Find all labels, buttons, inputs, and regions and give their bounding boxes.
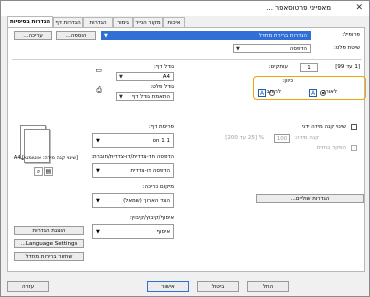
restore-defaults-button[interactable]: שחזור ברירות מחדל [14, 252, 84, 261]
binding-value: הצד הארוך (שמאל) [123, 198, 170, 204]
binding-select[interactable]: ▼ הצד הארוך (שמאל) [92, 193, 174, 208]
basic-settings-panel: פרופיל: ▼ הגדרות ברירת מחדל הוספה... ערי… [7, 27, 366, 272]
language-settings-button[interactable]: Language Settings... [14, 239, 84, 248]
edit-profile-button[interactable]: עריכה... [14, 31, 52, 40]
copies-label: עותקים: [268, 64, 288, 70]
chevron-down-icon: ▼ [119, 94, 123, 100]
chevron-down-icon: ▼ [96, 198, 100, 204]
add-profile-button[interactable]: הוספה... [56, 31, 96, 40]
output-size-select[interactable]: ▼ התאמת גודל דף [116, 92, 174, 101]
orientation-label: כיוון: [282, 78, 294, 84]
window-title: מאפייני פרטוסאפר ... [266, 4, 331, 12]
tab-page-settings[interactable]: הגדרות דף [53, 17, 83, 27]
scale-label: קנה מידה: [294, 135, 319, 141]
output-method-value: הדפסה [289, 46, 307, 52]
tab-layout-settings[interactable]: הגדרות עמוד [83, 17, 113, 36]
chevron-down-icon: ▼ [96, 138, 100, 144]
output-size-label: גודל פלט: [150, 84, 174, 90]
preview-caption: [שינוי קנה מידה: אוטומטי] A4 [13, 155, 78, 161]
tab-quality[interactable]: איכות [163, 17, 185, 27]
page-layout-select[interactable]: ▼ 1 on 1 [92, 133, 174, 148]
landscape-orientation-icon: A [258, 89, 266, 97]
apply-button[interactable]: החל [247, 281, 289, 292]
portrait-label: לאורך [322, 89, 337, 95]
landscape-label: לרוחב [266, 89, 281, 95]
duplex-label: הדפסה חד-צדדית/דו-צדדית/חוברת: [91, 154, 174, 160]
tab-finishing[interactable]: גימור [113, 17, 133, 27]
orientation-group: כיוון: A לאורך A לרוחב [253, 76, 366, 100]
page-layout-value: 1 on 1 [152, 138, 170, 144]
settings-icon[interactable]: ▤ [44, 167, 53, 176]
page-size-value: A4 [162, 74, 170, 80]
profile-select[interactable]: ▼ הגדרות ברירת מחדל [101, 31, 311, 40]
collate-value: איסוף [156, 229, 171, 235]
close-icon[interactable]: ✕ [355, 3, 363, 13]
divider [12, 59, 362, 60]
page-size-select[interactable]: ▼ A4 [116, 72, 174, 81]
scale-range: % [25 עד 200] [225, 135, 264, 141]
front-margin-label: הפקד בחזית [316, 145, 346, 151]
output-size-value: התאמת גודל דף [131, 94, 170, 100]
chevron-down-icon: ▼ [119, 74, 123, 80]
collate-select[interactable]: ▼ איסוף [92, 224, 174, 239]
cancel-button[interactable]: ביטול [197, 281, 239, 292]
printer-properties-window: מאפייני פרטוסאפר ... ✕ הגדרות בסיסיות הג… [0, 0, 370, 297]
duplex-value: הדפסה דו-צדדית [130, 168, 170, 174]
page-size-label: גודל דף: [153, 64, 174, 70]
duplex-select[interactable]: ▼ הדפסה דו-צדדית [92, 163, 174, 178]
profile-value: הגדרות ברירת מחדל [258, 33, 307, 39]
copies-range: [1 עד 99] [335, 64, 360, 70]
print-quality-settings-button[interactable]: הוצגת הגדרות [14, 226, 84, 235]
title-bar: מאפייני פרטוסאפר ... ✕ [1, 1, 369, 16]
collate-label: איסוף/קיבוץ/קיבוץ: [129, 215, 174, 221]
profile-label: פרופיל: [342, 32, 360, 38]
zoom-icon[interactable]: ⌕ [34, 167, 43, 176]
document-icon: ▭ [95, 66, 102, 74]
chevron-down-icon: ▼ [96, 168, 100, 174]
chevron-down-icon: ▼ [104, 33, 108, 39]
chevron-down-icon: ▼ [96, 229, 100, 235]
help-button[interactable]: עזרה [7, 281, 49, 292]
output-method-label: שיטת פלט: [333, 45, 360, 51]
manual-scaling-checkbox[interactable] [351, 124, 357, 130]
front-margin-checkbox[interactable] [351, 145, 357, 151]
scale-input[interactable]: 100 [274, 134, 290, 143]
binding-label: מיקום כריכה: [142, 184, 174, 190]
copies-input[interactable]: 1 [300, 63, 318, 72]
chevron-down-icon: ▼ [236, 46, 240, 52]
ok-button[interactable]: אישור [147, 281, 189, 292]
binding-settings-button[interactable]: הגדרות שוליים... [256, 194, 364, 203]
page-layout-label: פריסת דף: [148, 124, 174, 130]
manual-scaling-label: שינוי קנה מידה ידני [301, 124, 346, 130]
portrait-orientation-icon: A [309, 89, 317, 97]
printer-icon: ⎙ [96, 86, 102, 94]
tab-paper-source[interactable]: מקור הנייר [133, 17, 163, 27]
output-method-select[interactable]: ▼ הדפסה [233, 44, 311, 53]
